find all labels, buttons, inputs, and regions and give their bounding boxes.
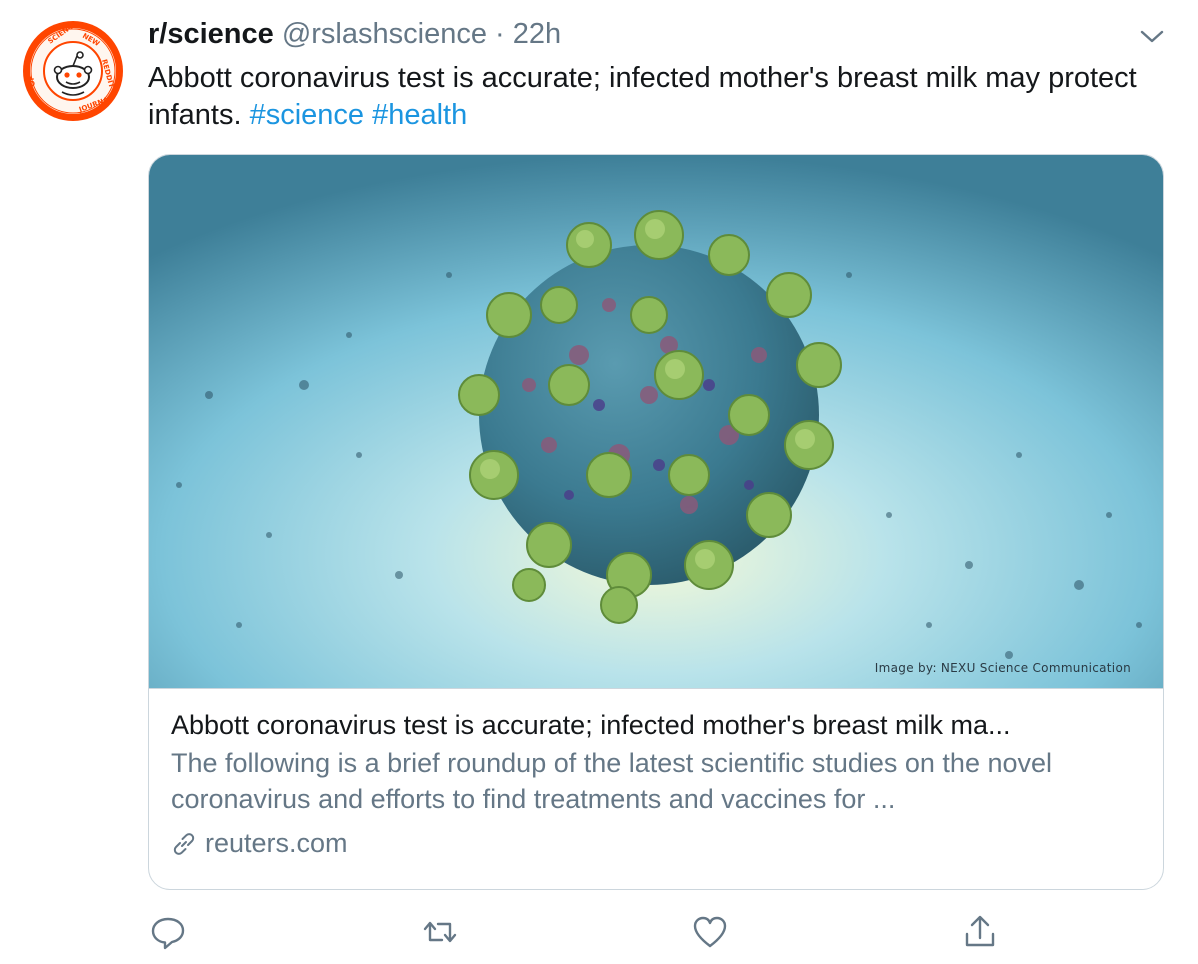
display-name[interactable]: r/science <box>148 18 274 50</box>
image-credit: Image by: NEXU Science Communication <box>874 661 1131 675</box>
tweet-text: Abbott coronavirus test is accurate; inf… <box>148 60 1148 134</box>
link-icon <box>171 830 197 856</box>
card-body: Abbott coronavirus test is accurate; inf… <box>171 707 1141 861</box>
card-domain-text: reuters.com <box>205 828 348 858</box>
tweet-actions <box>148 912 1008 952</box>
user-handle[interactable]: @rslashscience <box>282 18 487 50</box>
card-description: The following is a brief roundup of the … <box>171 748 1053 814</box>
chevron-down-icon[interactable] <box>1138 24 1166 48</box>
tweet: SCIENCE NEW REDDIT JOURNAL OF r/science … <box>0 0 1198 964</box>
coronavirus-image <box>149 155 1163 688</box>
avatar[interactable]: SCIENCE NEW REDDIT JOURNAL OF <box>22 20 124 122</box>
card-domain: reuters.com <box>171 825 1141 861</box>
card-title: Abbott coronavirus test is accurate; inf… <box>171 710 1011 740</box>
tweet-header: r/science @rslashscience · 22h <box>148 16 561 52</box>
separator: · <box>495 18 505 50</box>
reply-icon[interactable] <box>148 912 188 952</box>
reddit-science-logo: SCIENCE NEW REDDIT JOURNAL OF <box>23 20 123 121</box>
share-icon[interactable] <box>960 912 1000 952</box>
hashtag-science[interactable]: #science <box>250 99 364 131</box>
link-card[interactable]: Image by: NEXU Science Communication Abb… <box>148 154 1164 890</box>
timestamp[interactable]: 22h <box>513 18 561 50</box>
hashtag-health[interactable]: #health <box>372 99 467 131</box>
like-icon[interactable] <box>690 912 730 952</box>
retweet-icon[interactable] <box>420 912 460 952</box>
card-image[interactable]: Image by: NEXU Science Communication <box>149 155 1163 689</box>
